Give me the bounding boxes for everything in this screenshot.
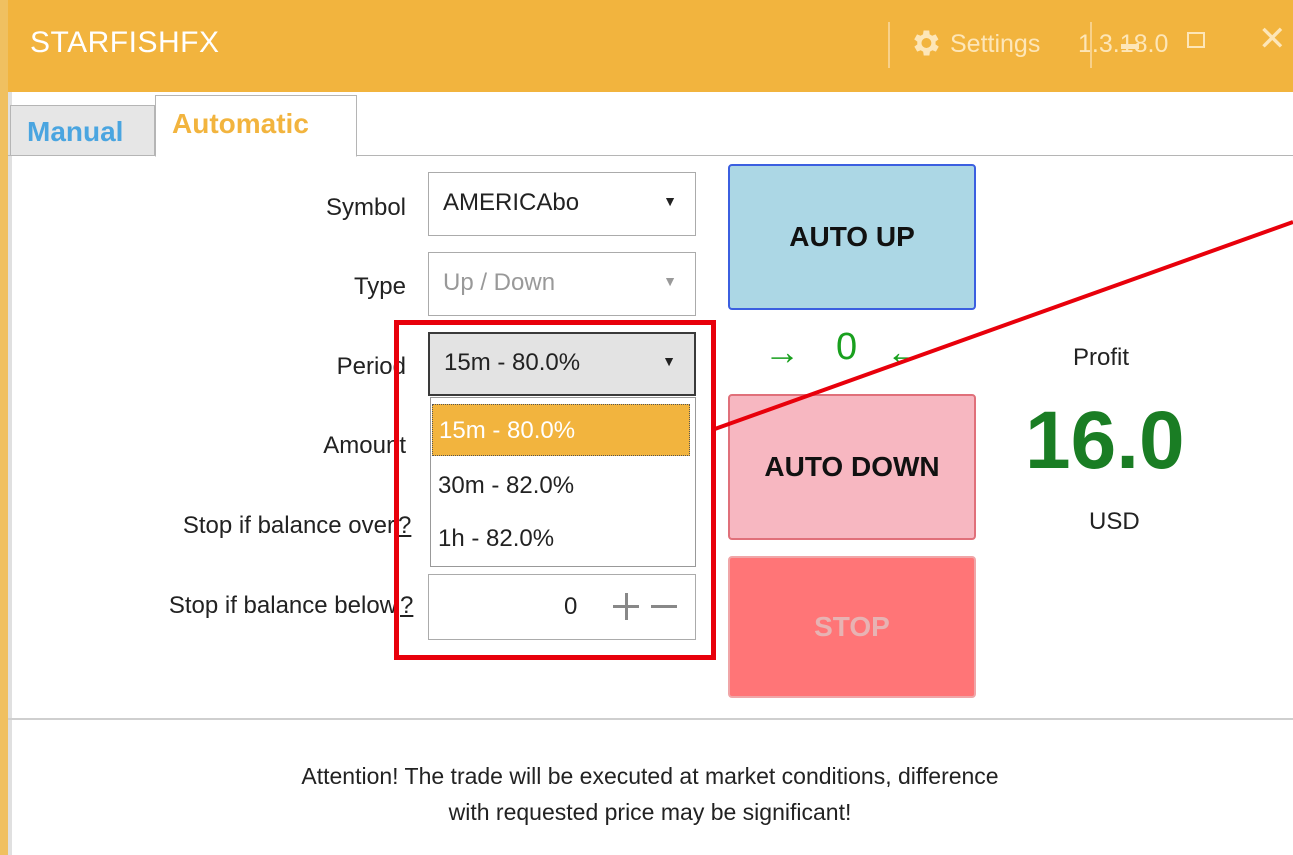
titlebar-separator: [888, 22, 890, 68]
close-icon[interactable]: ✕: [1258, 22, 1287, 56]
chevron-down-icon: ▼: [663, 273, 677, 289]
chevron-down-icon: ▼: [663, 193, 677, 209]
symbol-value: AMERICAbo: [443, 189, 580, 216]
app-title: STARFISHFX: [30, 26, 220, 59]
arrow-right-icon: →: [764, 331, 800, 372]
minimize-icon[interactable]: [1121, 44, 1139, 49]
period-label: Period: [336, 353, 406, 380]
titlebar-separator: [1090, 22, 1092, 68]
tab-manual[interactable]: Manual: [10, 105, 155, 155]
maximize-icon[interactable]: [1187, 32, 1205, 48]
window-left-edge: [0, 0, 8, 855]
symbol-label: Symbol: [325, 194, 406, 221]
tab-automatic[interactable]: Automatic: [155, 95, 357, 157]
auto-down-button[interactable]: AUTO DOWN: [728, 394, 976, 540]
type-value: Up / Down: [443, 269, 556, 296]
profit-label: Profit: [1073, 344, 1130, 371]
profit-currency: USD: [1089, 508, 1140, 535]
type-select[interactable]: Up / Down ▼: [428, 252, 696, 316]
amount-label: Amount: [323, 432, 406, 459]
stop-over-label: Stop if balance over: [182, 512, 395, 539]
stop-button[interactable]: STOP: [728, 556, 976, 698]
type-label: Type: [353, 273, 406, 300]
footer-divider: [8, 718, 1293, 720]
stop-below-label: Stop if balance below: [168, 592, 397, 619]
attention-notice: Attention! The trade will be executed at…: [150, 758, 1150, 830]
settings-button[interactable]: Settings: [950, 30, 1040, 59]
gear-icon[interactable]: [908, 26, 942, 60]
symbol-select[interactable]: AMERICAbo ▼: [428, 172, 696, 236]
attention-line-1: Attention! The trade will be executed at…: [301, 763, 999, 789]
annotation-highlight-box: [394, 320, 716, 660]
trade-counter: 0: [836, 326, 858, 368]
attention-line-2: with requested price may be significant!: [448, 799, 852, 825]
auto-up-button[interactable]: AUTO UP: [728, 164, 976, 310]
arrow-left-icon: ←: [886, 331, 922, 372]
profit-value: 16.0: [1025, 395, 1185, 486]
